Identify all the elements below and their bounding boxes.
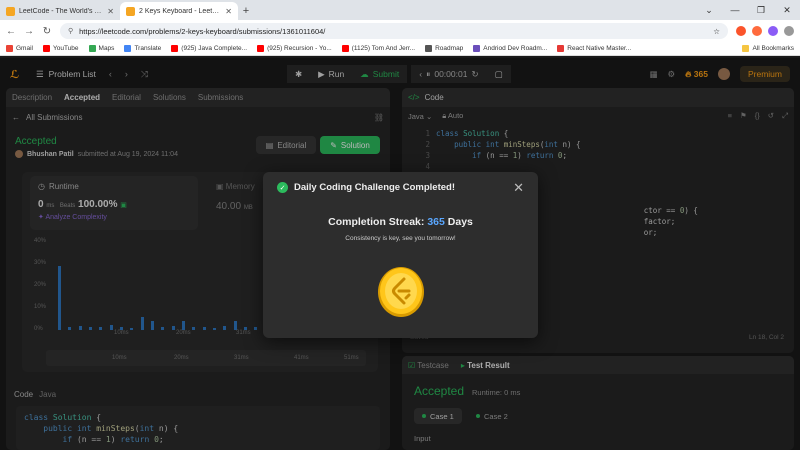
browser-tab-2-keys-keyboard[interactable]: 2 Keys Keyboard - LeetCode ✕	[120, 2, 238, 20]
extension-icon[interactable]	[752, 26, 762, 36]
bookmarks-bar: Gmail YouTube Maps Translate (925) Java …	[0, 42, 800, 56]
menu-icon[interactable]	[784, 26, 794, 36]
site-info-icon[interactable]: ⚲	[68, 27, 73, 35]
bookmark-android-dev[interactable]: Andriod Dev Roadm...	[473, 45, 547, 52]
bookmark-recursion[interactable]: (925) Recursion - Yo...	[257, 45, 332, 52]
all-bookmarks[interactable]: All Bookmarks	[742, 45, 794, 52]
browser-tab-title: LeetCode - The World's Leading Online Pr…	[19, 7, 103, 15]
omnibox[interactable]: ⚲ https://leetcode.com/problems/2-keys-k…	[60, 23, 728, 39]
bookmark-roadmap[interactable]: Roadmap	[425, 45, 463, 52]
bookmark-youtube[interactable]: YouTube	[42, 45, 79, 52]
minimize-icon[interactable]: —	[722, 0, 748, 20]
modal-title: Daily Coding Challenge Completed!	[294, 182, 455, 193]
new-tab-button[interactable]: +	[238, 2, 254, 20]
browser-tab-title: 2 Keys Keyboard - LeetCode	[139, 7, 222, 15]
bookmark-react-native[interactable]: React Native Master...	[557, 45, 631, 52]
close-modal-button[interactable]: ✕	[513, 180, 524, 196]
youtube-icon	[42, 45, 50, 52]
youtube-icon	[341, 45, 349, 52]
bookmark-java-complete[interactable]: (925) Java Complete...	[171, 45, 247, 52]
maximize-icon[interactable]: ❐	[748, 0, 774, 20]
leetcode-favicon	[6, 6, 15, 16]
react-icon	[557, 45, 565, 52]
translate-icon	[124, 45, 132, 52]
close-tab-icon[interactable]: ✕	[107, 7, 114, 16]
modal-header: ✓ Daily Coding Challenge Completed!	[277, 182, 455, 193]
address-bar: ← → ↻ ⚲ https://leetcode.com/problems/2-…	[0, 20, 800, 42]
folder-icon	[742, 45, 750, 52]
close-tab-icon[interactable]: ✕	[225, 7, 232, 16]
back-icon[interactable]: ←	[6, 26, 16, 37]
close-window-icon[interactable]: ✕	[774, 0, 800, 20]
extension-icon[interactable]	[768, 26, 778, 36]
brave-shield-icon[interactable]	[736, 26, 746, 36]
bookmark-translate[interactable]: Translate	[124, 45, 161, 52]
maps-icon	[88, 45, 96, 52]
bookmark-tom-and-jerry[interactable]: (1125) Tom And Jerr...	[341, 45, 415, 52]
bookmark-gmail[interactable]: Gmail	[6, 45, 33, 52]
completion-streak: Completion Streak: 365 Days	[328, 216, 473, 228]
forward-icon[interactable]: →	[24, 26, 34, 37]
tab-search-icon[interactable]: ⌄	[696, 0, 722, 20]
bookmark-maps[interactable]: Maps	[88, 45, 114, 52]
gmail-icon	[6, 45, 13, 52]
leetcode-favicon	[126, 6, 135, 16]
youtube-icon	[257, 45, 265, 52]
browser-tab-leetcode-home[interactable]: LeetCode - The World's Leading Online Pr…	[0, 2, 120, 20]
leetcoin-icon	[378, 267, 424, 317]
github-icon	[425, 45, 433, 52]
window-controls: ⌄ — ❐ ✕	[696, 0, 800, 20]
extensions-area	[736, 26, 794, 36]
youtube-icon	[171, 45, 179, 52]
modal-subtitle: Consistency is key, see you tomorrow!	[345, 235, 456, 242]
daily-challenge-modal: ✓ Daily Coding Challenge Completed! ✕ Co…	[263, 172, 538, 338]
url-text: https://leetcode.com/problems/2-keys-key…	[79, 26, 326, 36]
bookmark-star-icon[interactable]: ☆	[713, 27, 720, 36]
roadmap-icon	[473, 45, 481, 52]
reload-icon[interactable]: ↻	[42, 26, 52, 37]
check-circle-icon: ✓	[277, 182, 288, 193]
browser-tabstrip: LeetCode - The World's Leading Online Pr…	[0, 0, 800, 20]
